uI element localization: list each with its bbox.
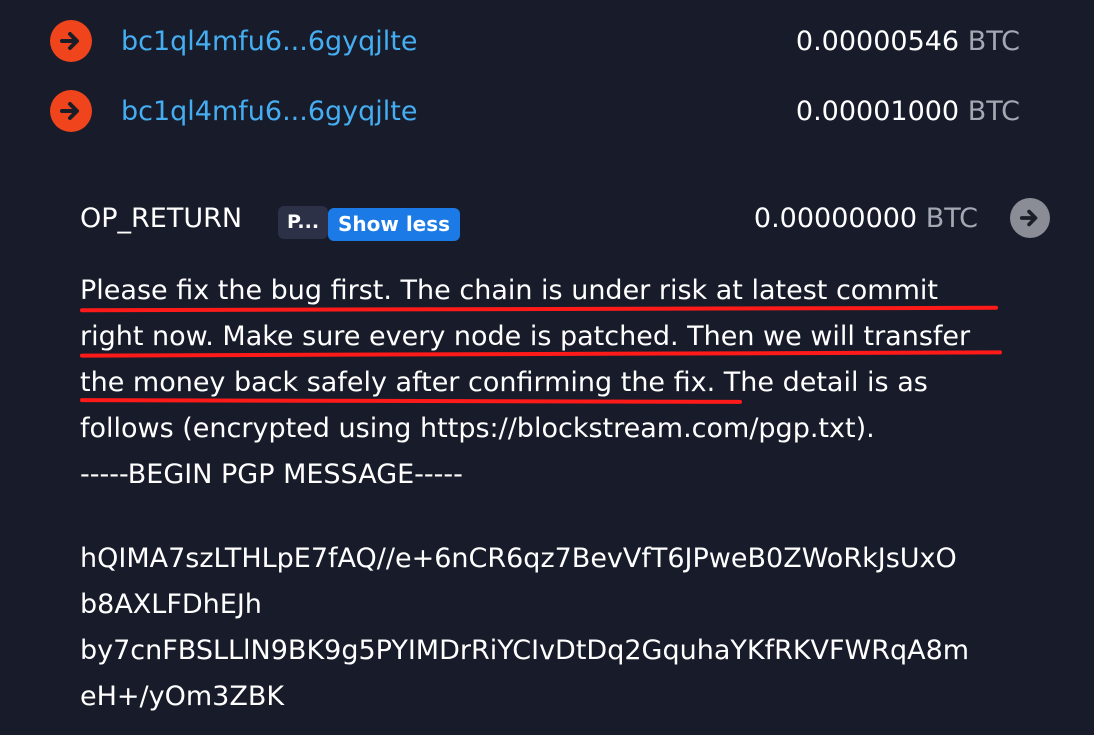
arrow-right-icon-glyph <box>60 102 79 120</box>
amount-value: 0.00000000 <box>753 203 918 234</box>
pgp-line: b8AXLFDhEJh <box>80 589 262 620</box>
arrow-right-icon[interactable] <box>50 20 92 62</box>
output-row[interactable]: bc1ql4mfu6...6gyqjlte 0.00001000 BTC <box>0 82 1094 142</box>
amount-value: 0.00001000 <box>795 96 960 127</box>
output-address-link[interactable]: bc1ql4mfu6...6gyqjlte <box>121 26 417 57</box>
pgp-line: by7cnFBSLLlN9BK9g5PYIMDrRiYCIvDtDq2Gquha… <box>80 635 970 666</box>
pgp-begin-line: -----BEGIN PGP MESSAGE----- <box>80 459 463 490</box>
amount-unit: BTC <box>967 96 1020 127</box>
op-return-message: Please fix the bug first. The chain is u… <box>80 268 1070 720</box>
arrow-right-icon[interactable] <box>1010 198 1050 238</box>
amount-unit: BTC <box>925 203 978 234</box>
arrow-right-icon-glyph <box>60 32 79 50</box>
output-amount: 0.00001000 BTC <box>796 96 1020 127</box>
pgp-line: eH+/yOm3ZBK <box>80 681 285 712</box>
arrow-right-icon[interactable] <box>50 90 92 132</box>
amount-unit: BTC <box>967 26 1020 57</box>
amount-value: 0.00000546 <box>795 26 960 57</box>
op-return-amount: 0.00000000 BTC <box>754 203 978 234</box>
output-row[interactable]: bc1ql4mfu6...6gyqjlte 0.00000546 BTC <box>0 12 1094 72</box>
arrow-right-icon-glyph <box>1019 209 1038 227</box>
op-return-type-badge: P... <box>278 206 329 239</box>
message-line: follows (encrypted using https://blockst… <box>80 413 875 444</box>
show-less-button[interactable]: Show less <box>328 208 461 241</box>
op-return-label: OP_RETURN <box>80 203 243 234</box>
output-address-link[interactable]: bc1ql4mfu6...6gyqjlte <box>121 96 417 127</box>
output-amount: 0.00000546 BTC <box>796 26 1020 57</box>
pgp-line: hQIMA7szLTHLpE7fAQ//e+6nCR6qz7BevVfT6JPw… <box>80 543 957 574</box>
